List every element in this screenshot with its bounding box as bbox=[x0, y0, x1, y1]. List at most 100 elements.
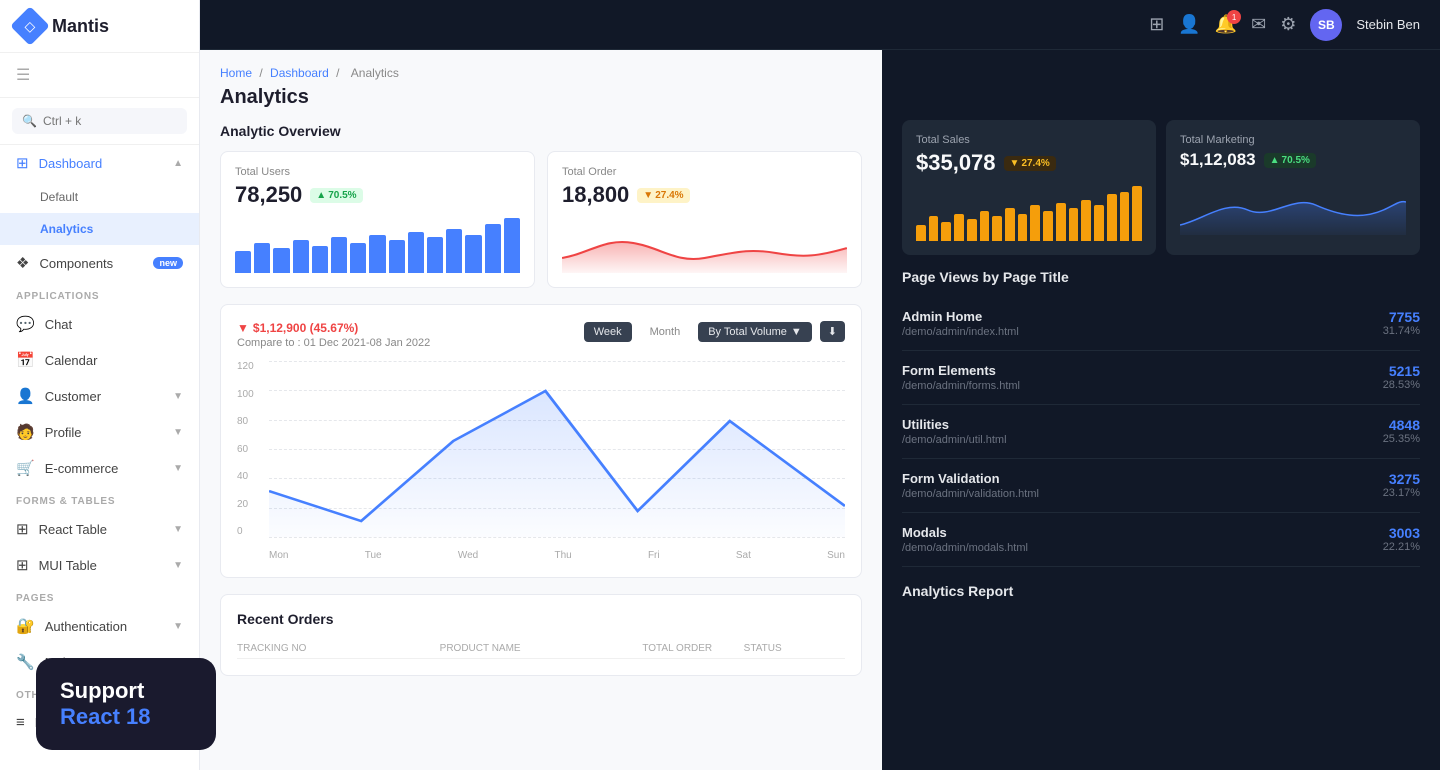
chart-svg-area bbox=[269, 361, 845, 537]
sidebar-item-components[interactable]: ❖ Components new bbox=[0, 245, 199, 281]
arrow-up-icon: ▲ bbox=[316, 190, 326, 201]
bar bbox=[389, 240, 405, 273]
page-view-item: Admin Home /demo/admin/index.html 7755 3… bbox=[902, 297, 1420, 351]
stat-value-orders: 18,800 bbox=[562, 182, 629, 208]
x-label: Wed bbox=[458, 550, 478, 561]
btn-volume[interactable]: By Total Volume ▼ bbox=[698, 322, 812, 342]
chevron-down-icon-ecom: ▼ bbox=[173, 463, 183, 474]
stat-value-marketing: $1,12,083 bbox=[1180, 150, 1256, 170]
y-label: 100 bbox=[237, 389, 265, 400]
content-split: Home / Dashboard / Analytics Analytics A… bbox=[200, 50, 1440, 770]
stat-badge-orders: ▼ 27.4% bbox=[637, 188, 689, 203]
chevron-icon: ▼ bbox=[791, 326, 802, 338]
stat-card-orders: Total Order 18,800 ▼ 27.4% bbox=[547, 151, 862, 288]
page-view-count-2: 4848 bbox=[1383, 417, 1420, 433]
x-label: Sun bbox=[827, 550, 845, 561]
page-view-count-4: 3003 bbox=[1383, 525, 1420, 541]
menu-levels-icon: ≡ bbox=[16, 714, 25, 731]
breadcrumb: Home / Dashboard / Analytics bbox=[220, 66, 862, 80]
menu-icon[interactable]: ☰ bbox=[12, 61, 34, 89]
sidebar-item-react-table[interactable]: ⊞ React Table ▼ bbox=[0, 511, 199, 547]
sidebar-item-profile[interactable]: 🧑 Profile ▼ bbox=[0, 414, 199, 450]
bar bbox=[1094, 205, 1104, 241]
sidebar-item-calendar[interactable]: 📅 Calendar bbox=[0, 342, 199, 378]
bar bbox=[1069, 208, 1079, 241]
sidebar-item-chat[interactable]: 💬 Chat bbox=[0, 306, 199, 342]
person-icon[interactable]: 👤 bbox=[1178, 14, 1200, 35]
ecommerce-icon: 🛒 bbox=[16, 459, 35, 477]
bar bbox=[235, 251, 251, 273]
btn-month[interactable]: Month bbox=[640, 322, 691, 342]
page-view-item: Form Elements /demo/admin/forms.html 521… bbox=[902, 351, 1420, 405]
bell-icon[interactable]: 🔔 1 bbox=[1215, 14, 1237, 35]
btn-week[interactable]: Week bbox=[584, 322, 632, 342]
page-view-info: Form Validation /demo/admin/validation.h… bbox=[902, 471, 1383, 500]
stat-label-marketing: Total Marketing bbox=[1180, 134, 1406, 146]
nav-section-forms: Forms & Tables bbox=[0, 486, 199, 511]
analytic-overview-title: Analytic Overview bbox=[220, 123, 862, 139]
bar bbox=[916, 225, 926, 242]
page-view-pct-0: 31.74% bbox=[1383, 325, 1420, 337]
sidebar-item-customer[interactable]: 👤 Customer ▼ bbox=[0, 378, 199, 414]
page-views-title: Page Views by Page Title bbox=[902, 269, 1420, 285]
page-view-stats-3: 3275 23.17% bbox=[1383, 471, 1420, 499]
bar bbox=[331, 237, 347, 273]
page-view-pct-2: 25.35% bbox=[1383, 433, 1420, 445]
bar bbox=[1132, 186, 1142, 241]
sidebar-item-label-calendar: Calendar bbox=[45, 353, 98, 368]
recent-orders-title: Recent Orders bbox=[237, 611, 845, 627]
income-section: ▼ $1,12,900 (45.67%) Compare to : 01 Dec… bbox=[220, 304, 862, 578]
search-box[interactable]: 🔍 bbox=[12, 108, 187, 134]
breadcrumb-dashboard[interactable]: Dashboard bbox=[270, 66, 329, 80]
support-popup[interactable]: Support React 18 bbox=[36, 658, 216, 750]
income-controls: Week Month By Total Volume ▼ ⬇ bbox=[584, 321, 845, 342]
page-view-stats-0: 7755 31.74% bbox=[1383, 309, 1420, 337]
main-area: ⊞ 👤 🔔 1 ✉ ⚙ SB Stebin Ben Home / Dashboa… bbox=[200, 0, 1440, 770]
page-view-title-4: Modals bbox=[902, 525, 1383, 540]
sidebar-item-ecommerce[interactable]: 🛒 E-commerce ▼ bbox=[0, 450, 199, 486]
btn-download[interactable]: ⬇ bbox=[820, 321, 845, 342]
bar bbox=[980, 211, 990, 241]
avatar[interactable]: SB bbox=[1310, 9, 1342, 41]
dashboard-icon: ⊞ bbox=[16, 154, 29, 172]
mail-icon[interactable]: ✉ bbox=[1251, 14, 1266, 35]
sidebar-item-authentication[interactable]: 🔐 Authentication ▼ bbox=[0, 608, 199, 644]
users-bar-chart bbox=[235, 218, 520, 273]
bar bbox=[1005, 208, 1015, 241]
components-badge: new bbox=[153, 257, 183, 269]
sales-bar-chart bbox=[916, 186, 1142, 241]
search-input[interactable] bbox=[43, 114, 177, 128]
y-label: 120 bbox=[237, 361, 265, 372]
sidebar-item-default[interactable]: Default bbox=[0, 181, 199, 213]
settings-icon[interactable]: ⚙ bbox=[1280, 14, 1296, 35]
sidebar-item-label-analytics: Analytics bbox=[40, 222, 93, 236]
support-react-text: React 18 bbox=[60, 704, 192, 730]
react-table-icon: ⊞ bbox=[16, 520, 29, 538]
page-view-info: Modals /demo/admin/modals.html bbox=[902, 525, 1383, 554]
sidebar-item-dashboard[interactable]: ⊞ Dashboard ▲ bbox=[0, 145, 199, 181]
page-view-stats-2: 4848 25.35% bbox=[1383, 417, 1420, 445]
maintenance-icon: 🔧 bbox=[16, 653, 35, 671]
page-view-title-0: Admin Home bbox=[902, 309, 1383, 324]
y-label: 20 bbox=[237, 499, 265, 510]
page-view-pct-4: 22.21% bbox=[1383, 541, 1420, 553]
income-amount: $1,12,900 (45.67%) bbox=[253, 321, 358, 335]
grid-icon[interactable]: ⊞ bbox=[1149, 14, 1164, 35]
col-status: STATUS bbox=[744, 643, 845, 654]
nav-section-pages: Pages bbox=[0, 583, 199, 608]
bar bbox=[1030, 205, 1040, 241]
sidebar-item-analytics[interactable]: Analytics bbox=[0, 213, 199, 245]
bar bbox=[1120, 192, 1130, 242]
search-icon: 🔍 bbox=[22, 114, 37, 128]
page-view-title-3: Form Validation bbox=[902, 471, 1383, 486]
bar bbox=[485, 224, 501, 274]
bar bbox=[941, 222, 951, 241]
chart-yaxis: 120 100 80 60 40 20 0 bbox=[237, 361, 265, 537]
header-right: ⊞ 👤 🔔 1 ✉ ⚙ SB Stebin Ben bbox=[1149, 9, 1420, 41]
bar bbox=[1107, 194, 1117, 241]
page-view-info: Admin Home /demo/admin/index.html bbox=[902, 309, 1383, 338]
breadcrumb-home[interactable]: Home bbox=[220, 66, 252, 80]
bar bbox=[992, 216, 1002, 241]
y-label: 60 bbox=[237, 444, 265, 455]
sidebar-item-mui-table[interactable]: ⊞ MUI Table ▼ bbox=[0, 547, 199, 583]
